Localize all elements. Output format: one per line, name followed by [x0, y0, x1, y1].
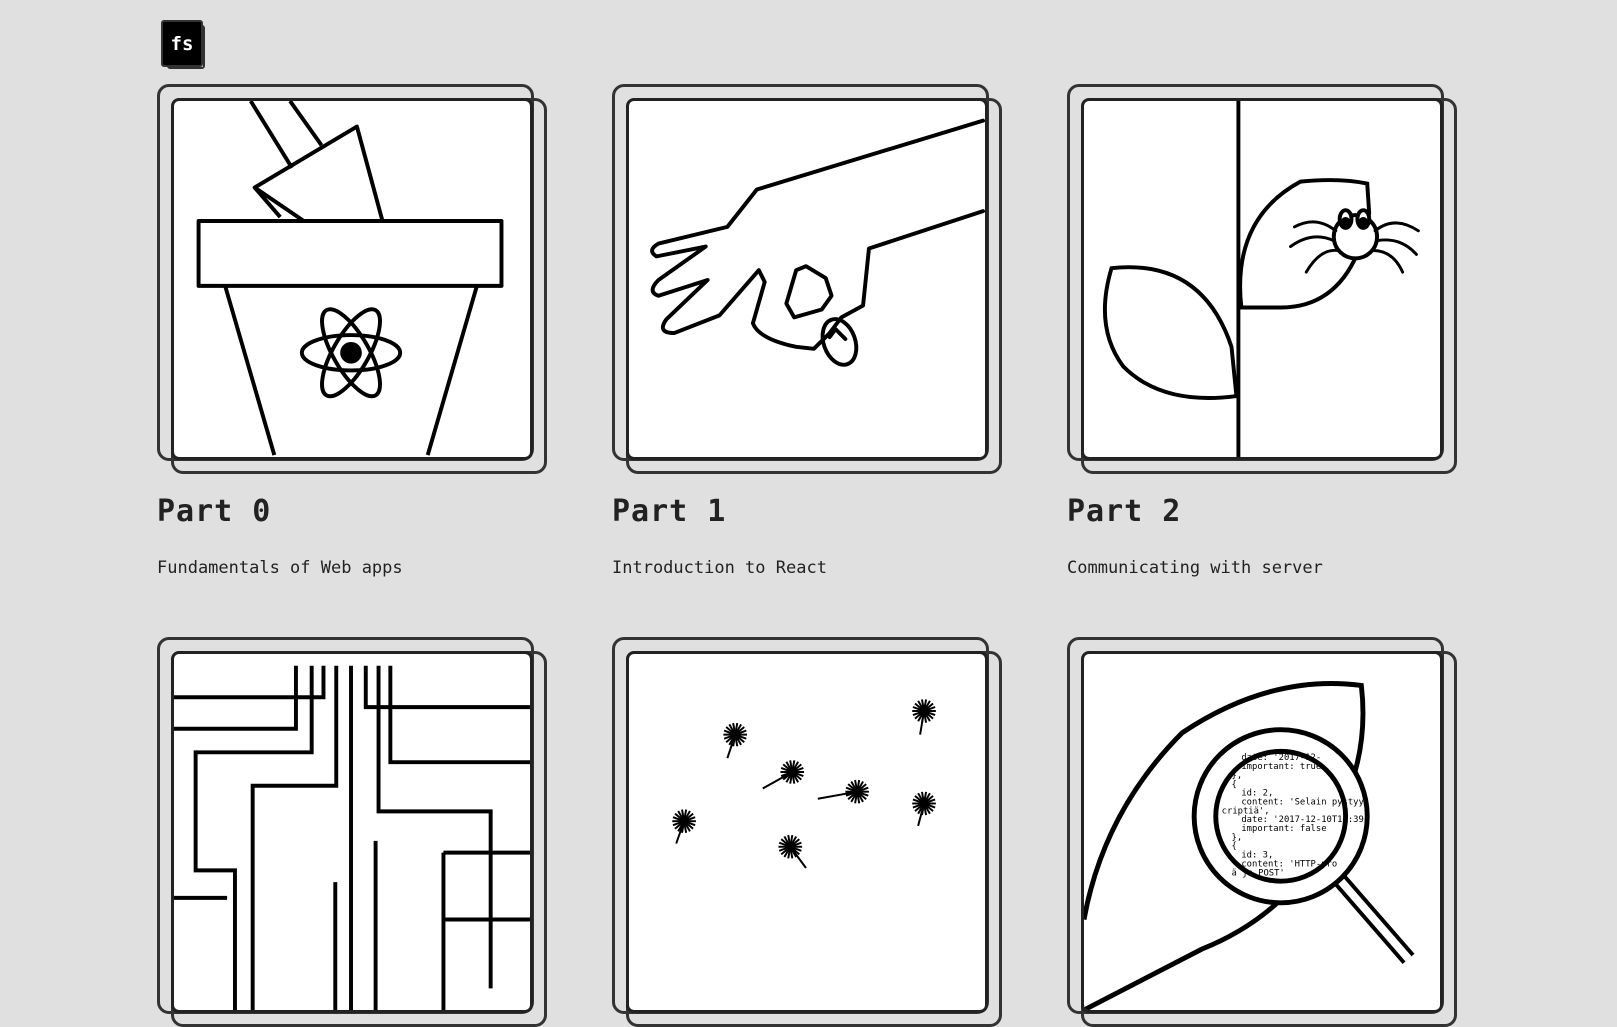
dandelion-seed	[912, 699, 936, 735]
part-illustration-frame[interactable]	[612, 84, 1002, 474]
part-illustration-frame[interactable]: date: '2017-12- important: true},{id: 2, c…	[1067, 637, 1457, 1027]
dandelion-seed	[672, 809, 696, 844]
part-illustration-frame[interactable]	[157, 637, 547, 1027]
part-card-2[interactable]: Part 2 Communicating with server	[1067, 84, 1457, 578]
part-card-5[interactable]: date: '2017-12- important: true},{id: 2, c…	[1067, 637, 1457, 1027]
part-card-3[interactable]	[157, 637, 547, 1027]
magnifier-code-line: important: false	[1241, 824, 1326, 834]
part-illustration-frame[interactable]	[1067, 84, 1457, 474]
part-card-1[interactable]: Part 1 Introduction to React	[612, 84, 1002, 578]
hand-planting-seed-icon	[626, 98, 988, 460]
part-illustration-frame[interactable]	[612, 637, 1002, 1027]
part-card-4[interactable]	[612, 637, 1002, 1027]
part-title[interactable]: Part 0	[157, 494, 271, 529]
fullstack-logo-icon: fs	[161, 20, 203, 67]
dandelion-seed	[778, 834, 807, 869]
dandelion-seed	[912, 791, 936, 827]
part-subtitle: Introduction to React	[612, 558, 827, 578]
part-illustration-frame[interactable]	[157, 84, 547, 474]
part-card-0[interactable]: Part 0 Fundamentals of Web apps	[157, 84, 547, 578]
dandelion-seed	[762, 760, 805, 790]
part-subtitle: Fundamentals of Web apps	[157, 558, 403, 578]
dandelion-seed	[723, 722, 748, 759]
part-title[interactable]: Part 2	[1067, 494, 1181, 529]
part-subtitle: Communicating with server	[1067, 558, 1323, 578]
magnifier-code-line: important: true	[1241, 762, 1321, 772]
react-flower-pot-icon	[171, 98, 533, 460]
part-title[interactable]: Part 1	[612, 494, 726, 529]
plant-with-spider-icon	[1081, 98, 1443, 460]
dandelion-seed	[817, 779, 869, 804]
site-logo[interactable]: fs	[161, 20, 205, 69]
magnifier-code-line: {	[1232, 842, 1237, 852]
magnifier-code-line: {	[1232, 780, 1237, 790]
magnifier-code-line: ä ja POST'	[1232, 868, 1285, 878]
